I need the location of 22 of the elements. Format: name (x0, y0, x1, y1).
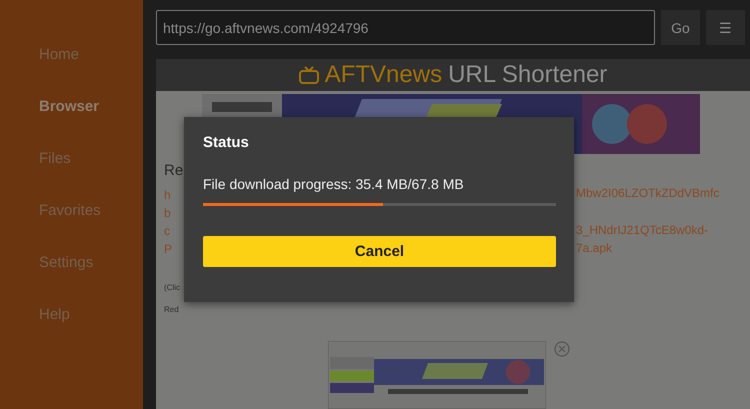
cancel-button[interactable]: Cancel (203, 236, 556, 267)
sidebar-item[interactable]: Help (39, 304, 143, 326)
close-icon[interactable] (554, 341, 570, 357)
heading-text: Re (164, 162, 184, 181)
sidebar-item[interactable]: Settings (39, 252, 143, 274)
brand-name: AFTVnews (324, 61, 442, 90)
sidebar-item[interactable]: Favorites (39, 200, 143, 222)
link-text[interactable]: Mbw2I06LZOTkZDdVBmfc (576, 184, 750, 202)
dialog-title: Status (203, 134, 250, 153)
page-title: URL Shortener (448, 61, 608, 90)
menu-button[interactable]: ☰ (706, 10, 745, 46)
url-field[interactable]: https://go.aftvnews.com/4924796 (156, 10, 655, 46)
note-text: Red (164, 304, 180, 316)
link-text[interactable]: 7a.apk (576, 239, 750, 257)
go-button[interactable]: Go (661, 10, 700, 46)
sidebar-item[interactable]: Home (39, 44, 143, 66)
sidebar-item[interactable]: Files (39, 148, 143, 170)
link-text[interactable]: 3_HNdrIJ21QTcE8w0kd- (576, 221, 750, 239)
progress-message: File download progress: 35.4 MB/67.8 MB (203, 176, 465, 192)
tv-icon (298, 66, 319, 84)
sidebar-item[interactable]: Browser (39, 96, 143, 118)
note-text: (Clic (164, 282, 181, 294)
